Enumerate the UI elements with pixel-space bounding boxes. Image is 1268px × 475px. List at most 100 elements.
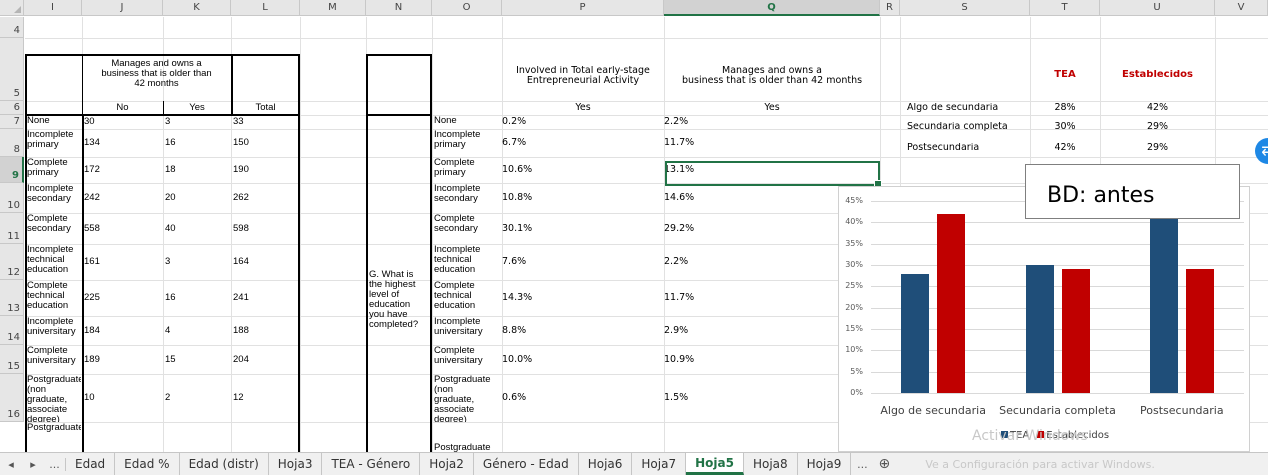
row-header-5[interactable]: 5 [0, 38, 24, 101]
left-table-header: Manages and owns a business that is olde… [101, 59, 212, 89]
next-sheet-icon[interactable]: ▸ [22, 458, 44, 471]
left-row-total: 204 [233, 353, 249, 365]
row-header-14[interactable]: 14 [0, 316, 24, 345]
bar-establecidos-1[interactable] [1061, 269, 1090, 393]
left-row-no: 184 [84, 324, 100, 336]
column-header-o[interactable]: O [432, 0, 502, 16]
selected-cell-q9[interactable] [665, 161, 882, 188]
summary-label: Postsecundaria [907, 143, 980, 153]
row-header-7[interactable]: 7 [0, 115, 24, 129]
left-row-label: Complete secondary [27, 214, 71, 234]
left-row-total: 164 [233, 256, 249, 267]
select-all-corner[interactable] [0, 0, 24, 16]
sheet-tab-hoja9[interactable]: Hoja9 [798, 453, 852, 475]
sheet-tab-bar: ◂ ▸ ... Edad Edad % Edad (distr) Hoja3 TEA -… [0, 452, 1268, 475]
right-q-value: 11.7% [664, 137, 695, 148]
sheet-tab-g-nero-edad[interactable]: Género - Edad [474, 453, 579, 475]
left-row-label: Incomplete technical education [27, 245, 74, 275]
sheet-tab-hoja5[interactable]: Hoja5 [686, 453, 744, 475]
column-header-m[interactable]: M [300, 0, 366, 16]
left-row-total: 598 [233, 222, 249, 234]
bar-establecidos-2[interactable] [1185, 269, 1214, 393]
column-header-v[interactable]: V [1215, 0, 1268, 16]
q-header: Manages and owns a business that is olde… [681, 66, 863, 86]
right-q-value: 2.2% [664, 116, 689, 127]
column-header-j[interactable]: J [82, 0, 163, 16]
right-row-label: Complete technical education [434, 281, 476, 311]
row-header-15[interactable]: 15 [0, 345, 24, 374]
y-tick-label: 30% [845, 260, 863, 269]
row-header-8[interactable]: 8 [0, 129, 24, 157]
bar-chart[interactable]: 0% 5% 10% 15% 20% 25% 30% 35% 40% 45% Algo de secu… [838, 186, 1250, 452]
y-tick-label: 10% [845, 345, 863, 355]
column-header-r[interactable]: R [880, 0, 900, 16]
row-header-4[interactable]: 4 [0, 17, 24, 38]
addin-icon[interactable]: ⇄ [1255, 138, 1268, 164]
chart-gridline [871, 265, 1244, 266]
spreadsheet-grid[interactable]: IJKLMNOPQRSTUV 4 5 6 7 8 9 10 11 12 13 14 15 16 Mana… [0, 0, 1268, 452]
y-tick-label: 20% [845, 302, 863, 312]
left-row-yes: 40 [165, 222, 176, 234]
bar-tea-2[interactable] [1149, 213, 1178, 393]
prev-sheet-icon[interactable]: ◂ [0, 458, 22, 471]
textbox-bd-antes[interactable]: BD: antes [1025, 164, 1240, 219]
column-header-n[interactable]: N [366, 0, 432, 16]
row-header-16[interactable]: 16 [0, 374, 24, 422]
sheet-tab-tea-g-nero[interactable]: TEA - Género [322, 453, 421, 475]
sheet-tab-hoja6[interactable]: Hoja6 [579, 453, 633, 475]
column-header-t[interactable]: T [1030, 0, 1100, 16]
row-header-13[interactable]: 13 [0, 280, 24, 316]
left-row-yes: 3 [165, 256, 171, 267]
activation-watermark-title: Activar Windows [972, 428, 1088, 444]
table-border [25, 114, 300, 116]
left-row-label: Postgraduate (non graduate, associate de… [27, 375, 81, 422]
sheet-tab-edad[interactable]: Edad [66, 453, 116, 475]
sheet-tab-edad-distr-[interactable]: Edad (distr) [180, 453, 269, 475]
bar-establecidos-0[interactable] [937, 213, 966, 393]
left-row-total: 190 [233, 164, 249, 175]
row-header-10[interactable]: 10 [0, 183, 24, 213]
more-sheets-left[interactable]: ... [44, 457, 66, 471]
column-header-p[interactable]: P [502, 0, 664, 16]
table-border [82, 54, 83, 115]
column-header-l[interactable]: L [231, 0, 300, 16]
right-p-value: 10.6% [502, 164, 533, 175]
summary-est: 29% [1146, 143, 1169, 153]
chart-gridline [871, 243, 1244, 245]
right-row-label: Incomplete primary [434, 130, 481, 150]
sheet-tab-hoja3[interactable]: Hoja3 [269, 453, 323, 475]
column-header-s[interactable]: S [900, 0, 1030, 16]
sheet-tab-edad-[interactable]: Edad % [115, 453, 180, 475]
right-p-value: 6.7% [502, 137, 527, 148]
sheet-tab-hoja2[interactable]: Hoja2 [420, 453, 474, 475]
y-tick-label: 15% [845, 324, 863, 333]
sheet-tab-hoja8[interactable]: Hoja8 [744, 453, 798, 475]
right-row-label: Postgraduate [434, 443, 491, 452]
right-row-label: Incomplete universitary [434, 317, 483, 337]
y-tick-label: 25% [845, 281, 863, 291]
left-row-label: Complete universitary [27, 346, 76, 366]
column-header-k[interactable]: K [163, 0, 231, 16]
right-p-value: 0.6% [502, 392, 527, 403]
right-p-value: 30.1% [502, 222, 533, 234]
column-header-u[interactable]: U [1100, 0, 1215, 16]
sheet-tab-hoja7[interactable]: Hoja7 [632, 453, 687, 475]
column-header-q[interactable]: Q [664, 0, 880, 16]
left-row-no: 161 [84, 256, 100, 267]
bar-tea-1[interactable] [1025, 265, 1054, 393]
y-tick-label: 40% [845, 217, 863, 227]
bar-tea-0[interactable] [901, 273, 930, 393]
row-header-12[interactable]: 12 [0, 244, 24, 280]
left-row-total: 262 [233, 192, 249, 203]
more-sheets-right[interactable]: ... [851, 458, 873, 471]
add-sheet-icon[interactable]: ⊕ [873, 456, 895, 472]
summary-tea: 30% [1054, 122, 1076, 132]
row-header-6[interactable]: 6 [0, 101, 24, 115]
left-row-total: 150 [233, 137, 249, 148]
column-header-i[interactable]: I [24, 0, 82, 16]
right-p-value: 0.2% [502, 116, 527, 127]
row-header-9[interactable]: 9 [0, 157, 24, 183]
table-border [82, 115, 84, 452]
left-row-no: 225 [84, 292, 100, 303]
row-header-11[interactable]: 11 [0, 213, 24, 244]
